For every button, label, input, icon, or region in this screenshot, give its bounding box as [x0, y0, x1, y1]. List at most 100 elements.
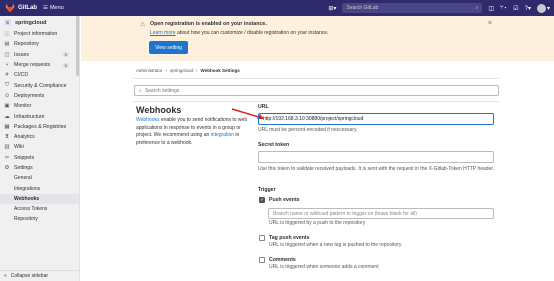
page-title: Webhooks	[136, 105, 182, 115]
breadcrumb: Administrator › springcloud › Webhook Sett…	[136, 68, 240, 73]
issues-icon[interactable]: ◫	[488, 5, 494, 12]
monitor-icon: ▣	[4, 103, 10, 110]
push-help: URL is triggered by a push to the reposi…	[269, 220, 366, 226]
sidebar: S springcloud ⓘ Project information ▤ Repos…	[0, 16, 80, 281]
avatar[interactable]	[536, 3, 546, 13]
divider	[133, 101, 499, 102]
search-input[interactable]: Search GitLab ⌕	[342, 3, 483, 13]
sidebar-item-deployments[interactable]: ⊙ Deployments	[0, 91, 79, 101]
token-help: Use this token to validate received payl…	[258, 166, 495, 172]
tag-push-label: Tag push events	[269, 235, 310, 241]
secret-token-label: Secret token	[258, 142, 290, 148]
plus-icon[interactable]: ⊞▾	[328, 5, 336, 12]
package-icon: ▦	[4, 123, 10, 130]
sidebar-item-snippets[interactable]: ✂ Snippets	[0, 153, 79, 163]
sidebar-subitem-general[interactable]: General	[0, 173, 79, 183]
chart-icon: ⩩	[5, 133, 9, 140]
sidebar-item-label: Settings	[14, 165, 33, 171]
breadcrumb-current[interactable]: Webhook Settings	[201, 68, 240, 73]
search-icon: ⌕	[475, 5, 479, 11]
sidebar-item-label: Project information	[14, 31, 58, 38]
double-chevron-left-icon: «	[4, 273, 7, 279]
gitlab-logo[interactable]: GitLab	[5, 3, 37, 13]
comments-checkbox[interactable]	[259, 257, 265, 263]
snippet-icon: ✂	[4, 154, 10, 161]
cloud-icon: ☁	[4, 113, 10, 120]
breadcrumb-admin[interactable]: Administrator	[136, 68, 163, 73]
merge-request-icon[interactable]: ⑂▾	[500, 5, 507, 11]
sidebar-item-label: Snippets	[14, 154, 35, 161]
sidebar-item-repository[interactable]: ▤ Repository	[0, 39, 79, 49]
todo-icon[interactable]: ☑	[513, 5, 518, 12]
integration-link[interactable]: integration	[211, 132, 234, 138]
url-input[interactable]: http://192.168.3.10:30880/project/spring…	[258, 113, 494, 125]
count-badge: 0	[62, 62, 69, 68]
info-icon: ⓘ	[4, 32, 10, 39]
warning-icon: ⚠	[140, 22, 146, 28]
alert-title: Open registration is enabled on your ins…	[150, 21, 267, 27]
close-icon[interactable]: ×	[488, 20, 492, 27]
sidebar-item-infrastructure[interactable]: ☁ Infrastructure	[0, 111, 79, 121]
shield-icon: ⛉	[4, 82, 10, 89]
sidebar-item-label: Issues	[14, 51, 29, 58]
sidebar-item-merge-requests[interactable]: ⑂ Merge requests 0	[0, 60, 79, 70]
sidebar-item-ci-cd[interactable]: ✈ CI/CD	[0, 70, 79, 80]
book-icon: ▥	[4, 144, 10, 151]
webhooks-link[interactable]: Webhooks	[136, 117, 160, 123]
push-events-label: Push events	[269, 197, 300, 203]
sidebar-item-analytics[interactable]: ⩩ Analytics	[0, 132, 79, 142]
collapse-sidebar-button[interactable]: «Collapse sidebar	[0, 270, 80, 281]
search-settings-input[interactable]: ⌕ Search settings	[134, 85, 499, 96]
collapse-label: Collapse sidebar	[10, 273, 49, 279]
menu-button[interactable]: ☰ Menu	[43, 5, 64, 11]
view-setting-button[interactable]: View setting	[149, 41, 188, 54]
search-placeholder: Search GitLab	[346, 5, 379, 11]
brand-name: GitLab	[18, 5, 37, 11]
sidebar-item-wiki[interactable]: ▥ Wiki	[0, 142, 79, 152]
breadcrumb-separator: ›	[196, 68, 198, 73]
sidebar-subitem-access-tokens[interactable]: Access Tokens	[0, 204, 79, 214]
tag-push-help: URL is triggered when a new tag is pushe…	[269, 242, 402, 248]
help-icon[interactable]: ?▾	[525, 5, 531, 12]
sidebar-item-monitor[interactable]: ▣ Monitor	[0, 101, 79, 111]
sidebar-item-label: Infrastructure	[14, 113, 45, 120]
count-badge: 0	[62, 52, 69, 58]
webhooks-description: Webhooks enable you to send notification…	[136, 117, 251, 147]
sidebar-item-settings[interactable]: ⚙ Settings	[0, 163, 79, 173]
comments-help: URL is triggered when someone adds a com…	[269, 264, 379, 270]
sidebar-subitem-repository[interactable]: Repository	[0, 214, 79, 224]
url-label: URL	[258, 104, 269, 110]
branch-filter-input[interactable]: Branch name or wildcard pattern to trigg…	[268, 208, 494, 219]
chevron-down-icon: ▾	[546, 5, 550, 12]
sidebar-item-issues[interactable]: ◫ Issues 0	[0, 50, 79, 60]
breadcrumb-separator: ›	[165, 68, 168, 73]
project-avatar: S	[4, 19, 11, 26]
breadcrumb-project[interactable]: springcloud	[170, 68, 193, 73]
trigger-label: Trigger	[258, 187, 276, 193]
sidebar-project[interactable]: S springcloud	[0, 16, 79, 29]
issues-icon: ◫	[4, 51, 10, 58]
push-events-checkbox[interactable]: ✓	[259, 197, 265, 203]
url-help: URL must be percent-encoded if neccessar…	[258, 127, 358, 133]
sidebar-item-label: Repository	[14, 41, 39, 48]
sidebar-item-label: Packages & Registries	[14, 123, 67, 130]
merge-icon: ⑂	[5, 62, 9, 69]
sidebar-item-project-information[interactable]: ⓘ Project information	[0, 29, 79, 39]
sidebar-subitem-webhooks[interactable]: Webhooks	[0, 193, 79, 205]
sidebar-item-packages-registries[interactable]: ▦ Packages & Registries	[0, 122, 79, 132]
rocket-icon: ✈	[4, 72, 10, 79]
search-settings-placeholder: Search settings	[144, 87, 180, 94]
divider	[133, 78, 499, 79]
comments-label: Comments	[269, 257, 296, 263]
sidebar-subitem-integrations[interactable]: Integrations	[0, 183, 79, 193]
sidebar-item-label: Monitor	[14, 103, 32, 110]
secret-token-input[interactable]	[258, 151, 494, 163]
sidebar-item-label: CI/CD	[14, 72, 29, 79]
learn-more-link[interactable]: Learn more	[150, 30, 176, 36]
search-icon: ⌕	[139, 87, 142, 94]
repo-icon: ▤	[4, 41, 10, 48]
sidebar-item-security-compliance[interactable]: ⛉ Security & Compliance	[0, 80, 79, 90]
tag-push-checkbox[interactable]	[259, 235, 265, 241]
sidebar-item-label: Analytics	[14, 134, 35, 141]
top-navbar: GitLab ☰ Menu ⊞▾ Search GitLab ⌕ ◫ ⑂▾ ☑ ?▾…	[0, 0, 554, 16]
